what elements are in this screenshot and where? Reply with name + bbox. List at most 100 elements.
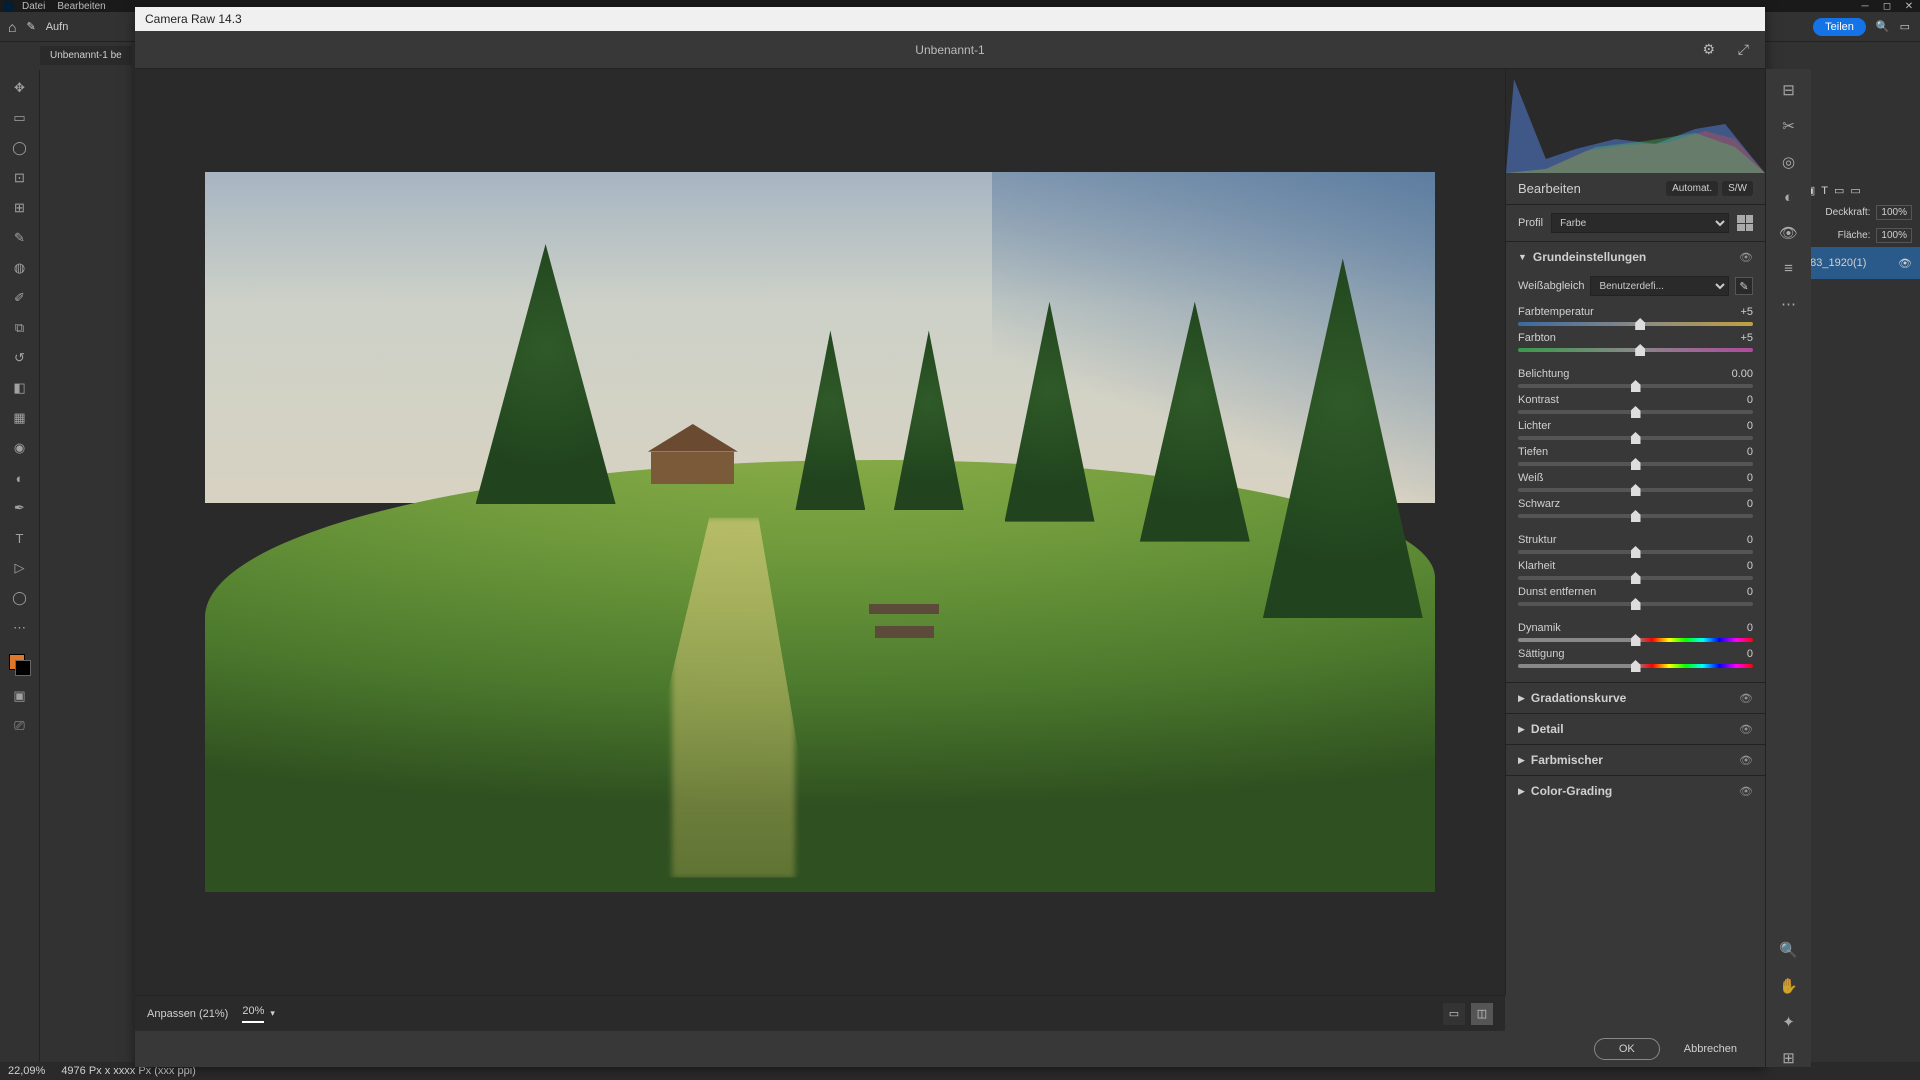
slider-blacks[interactable]: Schwarz0: [1506, 496, 1765, 522]
gradient-tool-icon[interactable]: ▦: [10, 408, 30, 428]
menu-edit[interactable]: Bearbeiten: [57, 1, 105, 12]
eyedropper-tool-icon[interactable]: ✎: [10, 228, 30, 248]
camera-raw-dialog: Camera Raw 14.3 Unbenannt-1 ⚙ ⤢: [135, 7, 1765, 1067]
sampler-tool-icon[interactable]: ✦: [1782, 1013, 1795, 1031]
slider-temperature[interactable]: Farbtemperatur+5: [1506, 304, 1765, 330]
slider-texture[interactable]: Struktur0: [1506, 532, 1765, 558]
tool-preset-icon[interactable]: ✎: [26, 20, 35, 33]
slider-exposure[interactable]: Belichtung0.00: [1506, 366, 1765, 392]
slider-contrast[interactable]: Kontrast0: [1506, 392, 1765, 418]
dodge-tool-icon[interactable]: ◐: [10, 468, 30, 488]
zoom-status[interactable]: 22,09%: [8, 1065, 45, 1077]
settings-icon[interactable]: ⚙: [1702, 41, 1715, 58]
window-close-icon[interactable]: ✕: [1902, 1, 1916, 12]
home-icon[interactable]: ⌂: [8, 19, 16, 35]
edit-tool-icon[interactable]: ⊟: [1782, 81, 1795, 99]
zoom-dropdown-icon[interactable]: ▾: [270, 1008, 275, 1019]
zoom-level[interactable]: 20%: [242, 1005, 264, 1023]
wb-select[interactable]: Benutzerdefi...: [1590, 276, 1729, 296]
frame-tool-icon[interactable]: ⊞: [10, 198, 30, 218]
healing-tool-icon[interactable]: ◍: [10, 258, 30, 278]
move-tool-icon[interactable]: ✥: [10, 78, 30, 98]
workspace-icon[interactable]: ▭: [1900, 20, 1910, 33]
menu-file[interactable]: Datei: [22, 1, 45, 12]
history-brush-icon[interactable]: ↺: [10, 348, 30, 368]
window-minimize-icon[interactable]: ─: [1858, 1, 1872, 12]
more-tools-icon[interactable]: ⋯: [10, 618, 30, 638]
section-grading: ▶ Color-Grading 👁: [1506, 775, 1765, 806]
section-visibility-icon[interactable]: 👁: [1739, 723, 1753, 736]
image-preview-area[interactable]: [135, 69, 1505, 995]
slider-shadows[interactable]: Tiefen0: [1506, 444, 1765, 470]
blur-tool-icon[interactable]: ◉: [10, 438, 30, 458]
redeye-tool-icon[interactable]: 👁: [1779, 224, 1798, 242]
slider-tint[interactable]: Farbton+5: [1506, 330, 1765, 356]
color-swatches[interactable]: [9, 654, 31, 676]
bw-button[interactable]: S/W: [1722, 181, 1753, 196]
camera-raw-toolstrip: ⊟ ✂ ◎ ◐ 👁 ≡ ⋯ 🔍 ✋ ✦ ⊞: [1765, 69, 1811, 1067]
heal-tool-icon[interactable]: ◎: [1782, 153, 1795, 171]
brush-tool-icon[interactable]: ✐: [10, 288, 30, 308]
zoom-tool-icon[interactable]: 🔍: [1779, 941, 1798, 959]
stamp-tool-icon[interactable]: ⧉: [10, 318, 30, 338]
search-icon[interactable]: 🔍: [1876, 20, 1890, 33]
section-detail-header[interactable]: ▶ Detail 👁: [1506, 714, 1765, 744]
eraser-tool-icon[interactable]: ◧: [10, 378, 30, 398]
share-button[interactable]: Teilen: [1813, 18, 1866, 36]
path-tool-icon[interactable]: ▷: [10, 558, 30, 578]
chevron-right-icon: ▶: [1518, 724, 1525, 735]
type-tool-icon[interactable]: T: [10, 528, 30, 548]
pen-tool-icon[interactable]: ✒: [10, 498, 30, 518]
single-view-button[interactable]: ▭: [1443, 1003, 1465, 1025]
new-icon[interactable]: ▭: [1834, 184, 1844, 197]
fill-value[interactable]: 100%: [1876, 228, 1912, 243]
hand-tool-icon[interactable]: ✋: [1779, 977, 1798, 995]
visibility-icon[interactable]: 👁: [1898, 257, 1912, 270]
section-visibility-icon[interactable]: 👁: [1739, 251, 1753, 264]
fullscreen-icon[interactable]: ⤢: [1738, 41, 1749, 58]
section-curve-header[interactable]: ▶ Gradationskurve 👁: [1506, 683, 1765, 713]
section-visibility-icon[interactable]: 👁: [1739, 692, 1753, 705]
slider-vibrance[interactable]: Dynamik0: [1506, 620, 1765, 646]
profile-label: Profil: [1518, 217, 1543, 229]
slider-whites[interactable]: Weiß0: [1506, 470, 1765, 496]
section-grading-header[interactable]: ▶ Color-Grading 👁: [1506, 776, 1765, 806]
histogram[interactable]: [1506, 69, 1765, 173]
section-visibility-icon[interactable]: 👁: [1739, 785, 1753, 798]
compare-view-button[interactable]: ◫: [1471, 1003, 1493, 1025]
dialog-title-bar[interactable]: Camera Raw 14.3: [135, 7, 1765, 31]
document-tabs: Unbenannt-1 be: [40, 42, 132, 68]
preset-tool-icon[interactable]: ≡: [1784, 260, 1793, 277]
mask-tool-icon[interactable]: ◐: [1784, 189, 1793, 206]
white-balance-row: Weißabgleich Benutzerdefi... ✎: [1506, 272, 1765, 304]
screenmode-icon[interactable]: ⎚: [10, 716, 30, 736]
more-tool-icon[interactable]: ⋯: [1781, 295, 1796, 313]
profile-select[interactable]: Farbe: [1551, 213, 1729, 233]
document-tab[interactable]: Unbenannt-1 be: [40, 46, 132, 65]
section-basic-header[interactable]: ▼ Grundeinstellungen 👁: [1506, 242, 1765, 272]
crop-tool-icon[interactable]: ⊡: [10, 168, 30, 188]
marquee-tool-icon[interactable]: ▭: [10, 108, 30, 128]
slider-dehaze[interactable]: Dunst entfernen0: [1506, 584, 1765, 610]
trash-icon[interactable]: ▭: [1850, 184, 1860, 197]
cancel-button[interactable]: Abbrechen: [1684, 1043, 1737, 1055]
folder-icon[interactable]: T: [1821, 185, 1828, 197]
opacity-value[interactable]: 100%: [1876, 205, 1912, 220]
auto-button[interactable]: Automat.: [1666, 181, 1718, 196]
window-maximize-icon[interactable]: ◻: [1880, 1, 1894, 12]
fit-button[interactable]: Anpassen (21%): [147, 1008, 228, 1020]
quickmask-icon[interactable]: ▣: [10, 686, 30, 706]
profile-browser-icon[interactable]: [1737, 215, 1753, 231]
slider-saturation[interactable]: Sättigung0: [1506, 646, 1765, 672]
lasso-tool-icon[interactable]: ◯: [10, 138, 30, 158]
fill-label: Fläche:: [1838, 230, 1871, 241]
section-visibility-icon[interactable]: 👁: [1739, 754, 1753, 767]
slider-highlights[interactable]: Lichter0: [1506, 418, 1765, 444]
shape-tool-icon[interactable]: ◯: [10, 588, 30, 608]
ok-button[interactable]: OK: [1594, 1038, 1660, 1060]
section-mixer-header[interactable]: ▶ Farbmischer 👁: [1506, 745, 1765, 775]
wb-eyedropper-icon[interactable]: ✎: [1735, 277, 1753, 295]
slider-clarity[interactable]: Klarheit0: [1506, 558, 1765, 584]
crop-tool-icon[interactable]: ✂: [1782, 117, 1795, 135]
grid-tool-icon[interactable]: ⊞: [1782, 1049, 1795, 1067]
